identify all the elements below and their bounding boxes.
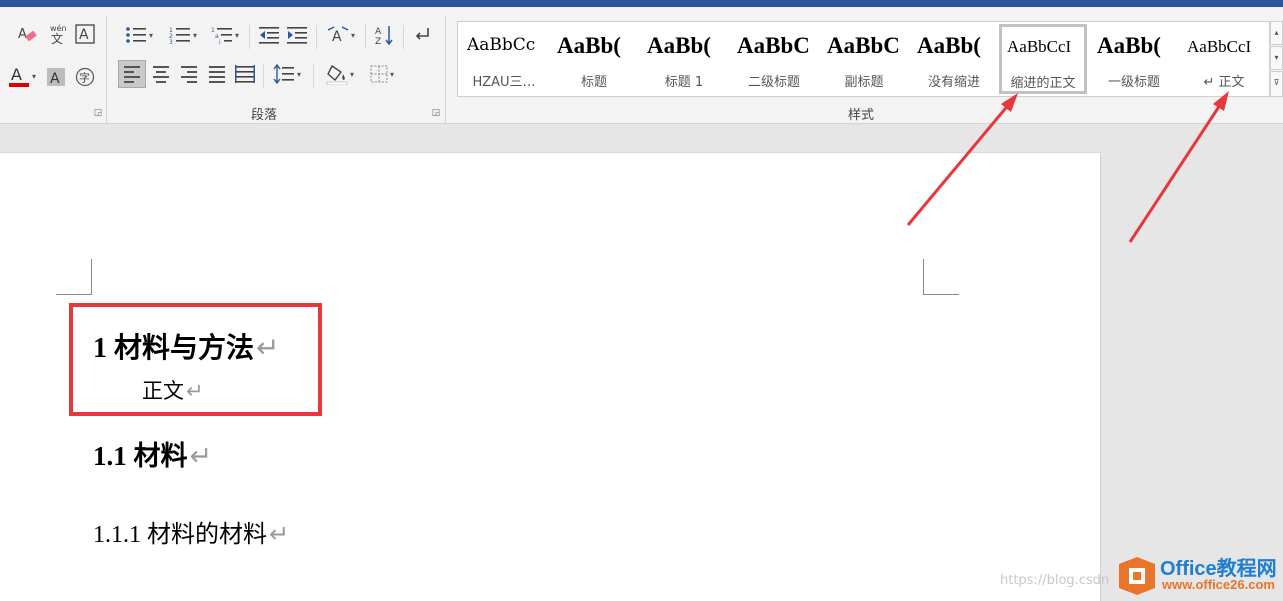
- red-arrow-icon: [906, 93, 1018, 226]
- office-logo-icon: [1119, 557, 1155, 595]
- watermark-text: https://blog.csdn: [1000, 573, 1110, 588]
- red-arrow-icon: [1128, 91, 1229, 243]
- logo-url: www.office26.com: [1162, 577, 1275, 592]
- annotation-arrows: [906, 91, 1229, 243]
- site-logo: Office教程网 www.office26.com: [1118, 550, 1283, 601]
